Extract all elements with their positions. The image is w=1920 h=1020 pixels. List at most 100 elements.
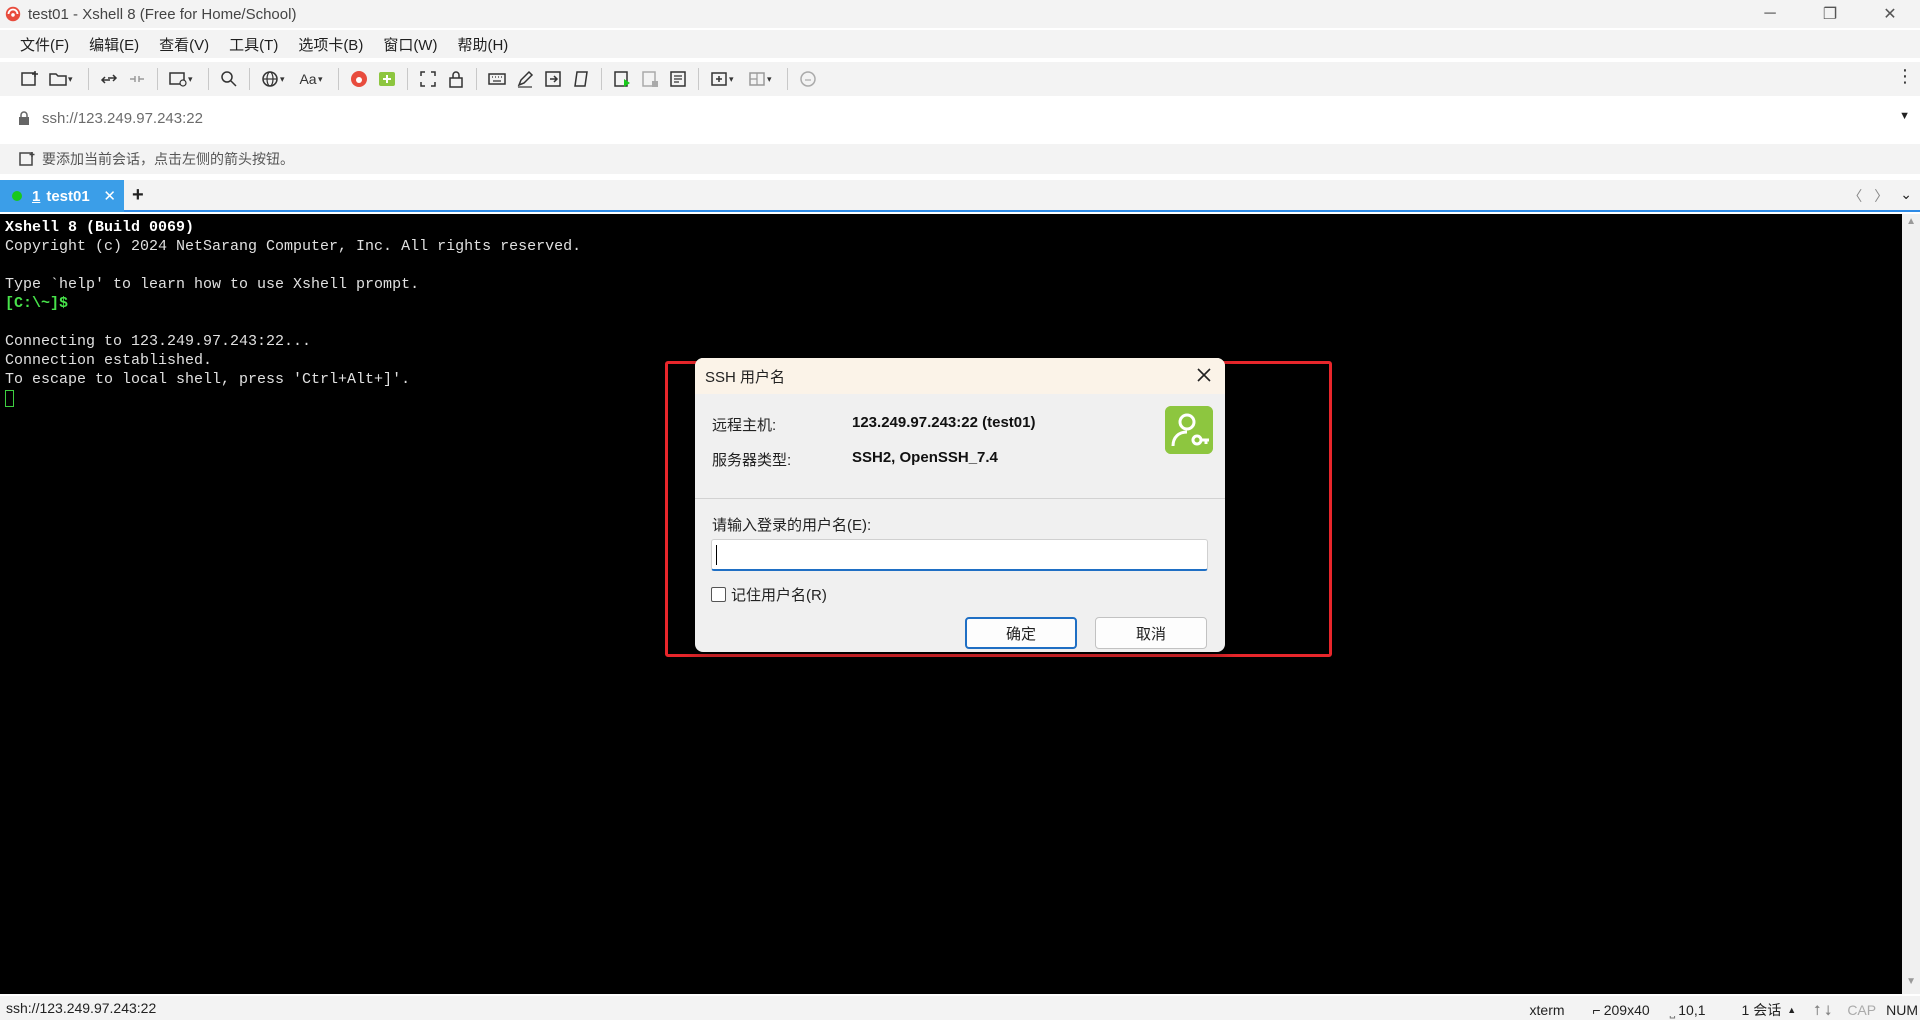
status-bar: ssh://123.249.97.243:22 xterm ⌐ 209x40 ⎵…	[0, 996, 1920, 1020]
dialog-title: SSH 用户名	[705, 368, 786, 386]
terminal-line: Connecting to 123.249.97.243:22...	[5, 333, 312, 350]
restore-button[interactable]: ❐	[1800, 0, 1860, 28]
compose-icon[interactable]	[511, 65, 539, 93]
terminal-cursor	[5, 389, 14, 407]
username-input[interactable]	[711, 539, 1208, 571]
script-icon[interactable]	[567, 65, 595, 93]
title-bar: test01 - Xshell 8 (Free for Home/School)…	[0, 0, 1920, 28]
properties-dropdown-icon[interactable]: ▾	[188, 74, 198, 85]
user-key-icon	[1165, 406, 1213, 454]
dialog-info-section: 远程主机: 123.249.97.243:22 (test01) 服务器类型: …	[695, 394, 1225, 499]
status-caps-lock: CAP	[1847, 1002, 1877, 1018]
new-tab-dropdown-icon[interactable]: ▾	[729, 74, 739, 85]
tab-label: test01	[46, 187, 90, 205]
encoding-dropdown-icon[interactable]: ▾	[280, 74, 290, 85]
toolbar-divider	[476, 68, 477, 90]
terminal-prompt: [C:\~]$	[5, 295, 69, 312]
new-session-icon[interactable]	[16, 65, 44, 93]
terminal-line: Type `help' to learn how to use Xshell p…	[5, 276, 420, 293]
chat-icon[interactable]	[794, 65, 822, 93]
remote-host-value: 123.249.97.243:22 (test01)	[852, 414, 1036, 431]
close-tab-icon[interactable]: ✕	[103, 187, 116, 205]
remember-username-checkbox[interactable]: 记住用户名(R)	[711, 584, 827, 605]
text-caret	[716, 545, 717, 565]
menu-help[interactable]: 帮助(H)	[447, 34, 518, 55]
address-bar: ▼	[10, 102, 1916, 134]
menu-edit[interactable]: 编辑(E)	[79, 34, 149, 55]
font-dropdown-icon[interactable]: ▾	[318, 74, 328, 85]
lock-icon[interactable]	[442, 65, 470, 93]
cancel-button[interactable]: 取消	[1095, 617, 1207, 649]
username-prompt-label: 请输入登录的用户名(E):	[712, 517, 872, 534]
window-title: test01 - Xshell 8 (Free for Home/School)	[28, 5, 297, 23]
tab-navigation: 〈 〉 ⌄	[1848, 186, 1912, 206]
tab-test01[interactable]: 1 test01 ✕	[0, 180, 124, 212]
tab-number: 1	[32, 187, 41, 205]
toolbar-divider	[249, 68, 250, 90]
open-dropdown-icon[interactable]: ▾	[68, 74, 78, 85]
window-controls: ─ ❐ ✕	[1740, 0, 1920, 28]
remote-host-label: 远程主机:	[712, 417, 777, 434]
xshell-logo-icon	[5, 6, 21, 22]
toolbar-divider	[338, 68, 339, 90]
add-tab-button[interactable]: +	[132, 184, 144, 207]
scroll-up-icon[interactable]: ▲	[1906, 216, 1916, 227]
checkbox-box[interactable]	[711, 587, 726, 602]
address-dropdown-icon[interactable]: ▼	[1899, 110, 1910, 122]
xftp-icon[interactable]	[373, 65, 401, 93]
menu-file[interactable]: 文件(F)	[10, 34, 79, 55]
more-options-icon[interactable]: ⋮	[1896, 66, 1914, 87]
dialog-body: 请输入登录的用户名(E): 记住用户名(R) 确定 取消	[695, 499, 1225, 652]
status-num-lock: NUM	[1886, 1002, 1918, 1018]
status-connection: ssh://123.249.97.243:22	[6, 1000, 157, 1016]
menu-view[interactable]: 查看(V)	[149, 34, 219, 55]
menu-tools[interactable]: 工具(T)	[219, 34, 288, 55]
toolbar: ▾ ▾ ▾ Aa ▾ ▾ ▾ ⋮	[0, 62, 1920, 96]
run-script-icon[interactable]	[608, 65, 636, 93]
server-type-label: 服务器类型:	[712, 452, 792, 469]
toolbar-divider	[601, 68, 602, 90]
terminal-line: Copyright (c) 2024 NetSarang Computer, I…	[5, 238, 582, 255]
toolbar-divider	[208, 68, 209, 90]
size-icon: ⌐	[1592, 1002, 1601, 1018]
address-input[interactable]	[42, 109, 1842, 127]
tab-next-icon[interactable]: 〉	[1874, 186, 1888, 206]
layout-dropdown-icon[interactable]: ▾	[767, 74, 777, 85]
add-session-icon[interactable]	[18, 150, 36, 168]
lock-icon	[19, 111, 29, 125]
transfer-icon[interactable]	[539, 65, 567, 93]
scroll-down-icon[interactable]: ▼	[1906, 976, 1916, 987]
hint-text: 要添加当前会话，点击左侧的箭头按钮。	[42, 151, 294, 167]
connected-status-icon	[12, 191, 22, 201]
status-term-type: xterm	[1529, 1002, 1565, 1018]
notes-icon[interactable]	[664, 65, 692, 93]
close-icon[interactable]	[1195, 366, 1213, 384]
toolbar-divider	[407, 68, 408, 90]
toolbar-divider	[88, 68, 89, 90]
server-type-value: SSH2, OpenSSH_7.4	[852, 449, 998, 466]
terminal-scrollbar[interactable]	[1902, 214, 1920, 994]
ssh-username-dialog: SSH 用户名 远程主机: 123.249.97.243:22 (test01)…	[695, 358, 1225, 652]
stop-script-icon[interactable]	[636, 65, 664, 93]
search-icon[interactable]	[215, 65, 243, 93]
ok-button[interactable]: 确定	[965, 617, 1077, 649]
reconnect-icon[interactable]	[95, 65, 123, 93]
tab-prev-icon[interactable]: 〈	[1848, 186, 1862, 206]
menu-window[interactable]: 窗口(W)	[373, 34, 447, 55]
minimize-button[interactable]: ─	[1740, 0, 1800, 28]
keyboard-icon[interactable]	[483, 65, 511, 93]
status-position: 10,1	[1678, 1002, 1706, 1018]
close-window-button[interactable]: ✕	[1860, 0, 1920, 28]
download-icon: ⭣	[1824, 1001, 1832, 1018]
status-right: xterm ⌐ 209x40 ⎵ 10,1 1 会话 ▲ ⭡ ⭣ CAP NUM	[1530, 1000, 1920, 1020]
sessions-up-icon[interactable]: ▲	[1787, 1005, 1796, 1015]
xshell-icon[interactable]	[345, 65, 373, 93]
tab-list-icon[interactable]: ⌄	[1900, 186, 1912, 206]
fullscreen-icon[interactable]	[414, 65, 442, 93]
remember-username-label[interactable]: 记住用户名(R)	[731, 584, 827, 605]
menu-tabs[interactable]: 选项卡(B)	[288, 34, 373, 55]
toolbar-divider	[698, 68, 699, 90]
disconnect-icon[interactable]	[123, 65, 151, 93]
status-sessions[interactable]: 1 会话	[1742, 1000, 1782, 1020]
